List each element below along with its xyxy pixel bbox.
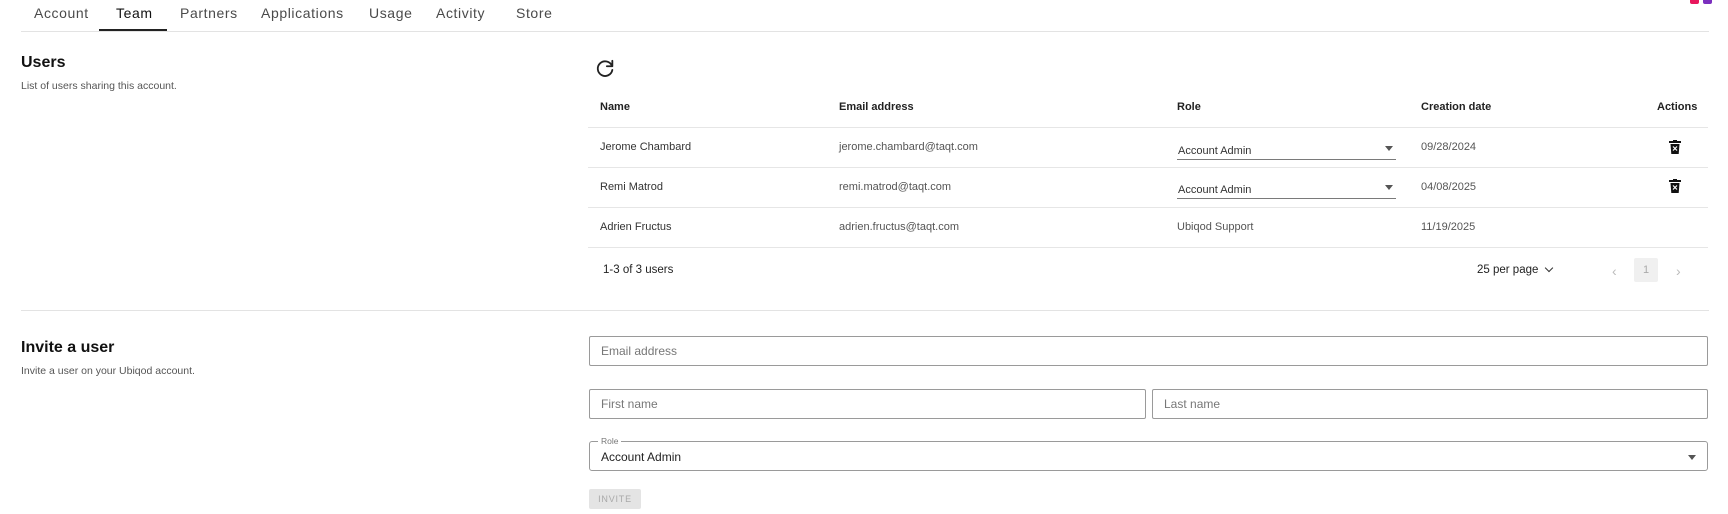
column-header-name: Name	[600, 101, 630, 113]
last-name-field-wrapper	[1152, 389, 1708, 419]
tab-activity[interactable]: Activity	[436, 5, 485, 21]
email-field-wrapper	[589, 336, 1708, 366]
column-header-actions: Actions	[1657, 101, 1698, 113]
user-role-value: Account Admin	[1178, 184, 1252, 196]
tab-usage[interactable]: Usage	[369, 5, 412, 21]
active-tab-indicator	[99, 29, 167, 31]
user-role-value: Ubiqod Support	[1177, 221, 1254, 233]
tab-applications[interactable]: Applications	[261, 5, 344, 21]
role-field-label: Role	[598, 436, 622, 446]
user-name: Adrien Fructus	[600, 221, 672, 233]
user-role-value: Account Admin	[1178, 145, 1252, 157]
first-name-field-wrapper	[589, 389, 1146, 419]
per-page-select[interactable]: 25 per page	[1477, 263, 1554, 276]
chevron-right-icon[interactable]: ›	[1676, 263, 1681, 279]
trash-icon[interactable]	[1669, 179, 1681, 193]
user-email: jerome.chambard@taqt.com	[839, 141, 978, 153]
user-creation-date: 04/08/2025	[1421, 181, 1477, 193]
page-number[interactable]: 1	[1634, 258, 1658, 282]
user-email: adrien.fructus@taqt.com	[839, 221, 959, 233]
users-section-description: List of users sharing this account.	[21, 80, 177, 92]
section-divider	[21, 310, 1709, 311]
tab-store[interactable]: Store	[516, 5, 552, 21]
invite-section-title: Invite a user	[21, 339, 115, 356]
dropdown-caret-icon	[1385, 185, 1393, 190]
last-name-field[interactable]	[1153, 390, 1707, 418]
trash-icon[interactable]	[1669, 140, 1681, 154]
column-header-role: Role	[1177, 101, 1201, 113]
first-name-field[interactable]	[590, 390, 1145, 418]
refresh-icon[interactable]	[594, 58, 616, 80]
user-name: Jerome Chambard	[600, 141, 692, 153]
user-name: Remi Matrod	[600, 181, 663, 193]
column-header-email: Email address	[839, 101, 914, 113]
column-header-creation-date: Creation date	[1421, 101, 1492, 113]
user-creation-date: 09/28/2024	[1421, 141, 1477, 153]
tab-partners[interactable]: Partners	[180, 5, 238, 21]
nav-tabs: Account Team Partners Applications Usage…	[21, 0, 1709, 32]
user-email: remi.matrod@taqt.com	[839, 181, 952, 193]
chevron-left-icon[interactable]: ‹	[1612, 263, 1617, 279]
role-select-value: Account Admin	[601, 450, 682, 464]
email-field[interactable]	[590, 337, 1707, 365]
table-divider	[588, 207, 1708, 208]
chevron-down-icon	[1545, 263, 1554, 273]
table-divider	[588, 167, 1708, 168]
tab-team[interactable]: Team	[116, 5, 153, 21]
user-role-select[interactable]: Account Admin	[1177, 140, 1396, 160]
invite-button[interactable]: INVITE	[589, 489, 641, 509]
user-role-select[interactable]: Account Admin	[1177, 179, 1396, 199]
tab-account[interactable]: Account	[34, 5, 89, 21]
dropdown-caret-icon	[1385, 146, 1393, 151]
invite-section-description: Invite a user on your Ubiqod account.	[21, 365, 195, 377]
role-select[interactable]: Role Account Admin	[589, 436, 1708, 471]
pagination-count: 1-3 of 3 users	[603, 264, 674, 276]
brand-mark-purple	[1703, 0, 1712, 4]
brand-mark-pink	[1690, 0, 1699, 4]
per-page-label: 25 per page	[1477, 264, 1539, 276]
user-creation-date: 11/19/2025	[1421, 221, 1476, 233]
table-divider	[588, 247, 1708, 248]
users-section-title: Users	[21, 54, 66, 71]
table-divider	[588, 127, 1708, 128]
dropdown-caret-icon	[1688, 455, 1696, 460]
